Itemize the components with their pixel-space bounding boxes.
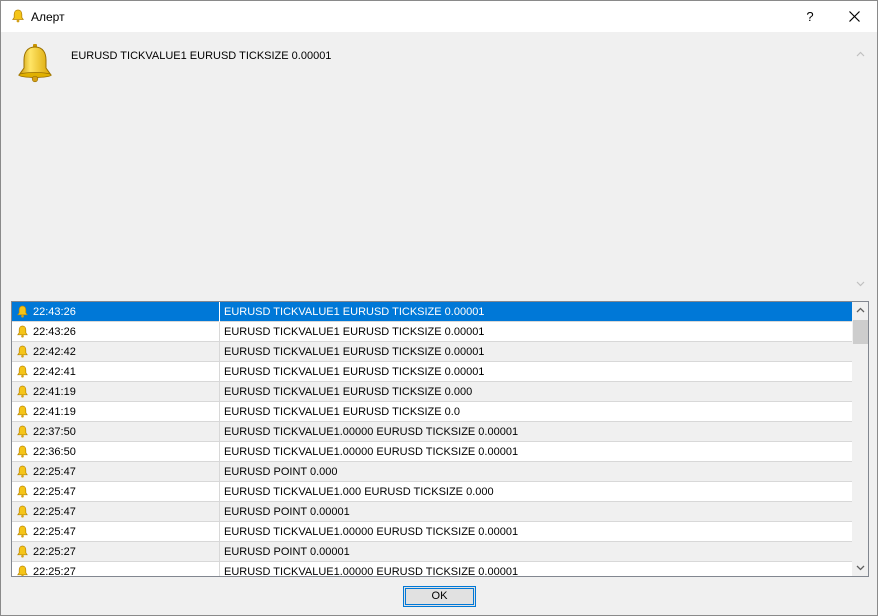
column-separator: [219, 462, 220, 482]
row-time: 22:36:50: [33, 446, 76, 458]
row-time: 22:42:42: [33, 346, 76, 358]
table-row[interactable]: 22:25:27 EURUSD TICKVALUE1.00000 EURUSD T…: [12, 562, 852, 577]
bell-icon: [17, 485, 28, 498]
row-time: 22:25:47: [33, 506, 76, 518]
bell-icon: [17, 545, 28, 558]
table-row[interactable]: 22:43:26 EURUSD TICKVALUE1 EURUSD TICKSIZ…: [12, 322, 852, 342]
bell-icon: [17, 305, 28, 318]
table-row[interactable]: 22:42:42 EURUSD TICKVALUE1 EURUSD TICKSIZ…: [12, 342, 852, 362]
table-row[interactable]: 22:41:19 EURUSD TICKVALUE1 EURUSD TICKSIZ…: [12, 382, 852, 402]
bell-icon: [17, 465, 28, 478]
row-message: EURUSD TICKVALUE1.00000 EURUSD TICKSIZE …: [224, 526, 519, 538]
row-time: 22:43:26: [33, 326, 76, 338]
row-message: EURUSD TICKVALUE1 EURUSD TICKSIZE 0.0000…: [224, 306, 485, 318]
row-time: 22:41:19: [33, 406, 76, 418]
alert-window: Алерт ? EURUSD TICKVALUE1 EURUSD TICKSIZ…: [0, 0, 878, 616]
row-message: EURUSD POINT 0.000: [224, 466, 338, 478]
help-button[interactable]: ?: [791, 1, 829, 32]
column-separator: [219, 342, 220, 362]
column-separator: [219, 522, 220, 542]
row-message: EURUSD POINT 0.00001: [224, 546, 350, 558]
table-row[interactable]: 22:25:27 EURUSD POINT 0.00001: [12, 542, 852, 562]
bell-icon: [17, 405, 28, 418]
row-message: EURUSD TICKVALUE1.00000 EURUSD TICKSIZE …: [224, 426, 519, 438]
table-row[interactable]: 22:36:50 EURUSD TICKVALUE1.00000 EURUSD T…: [12, 442, 852, 462]
column-separator: [219, 322, 220, 342]
row-time: 22:25:27: [33, 546, 76, 558]
scroll-thumb[interactable]: [853, 320, 868, 344]
column-separator: [219, 382, 220, 402]
row-time: 22:37:50: [33, 426, 76, 438]
bell-icon: [17, 425, 28, 438]
row-message: EURUSD TICKVALUE1 EURUSD TICKSIZE 0.0000…: [224, 366, 485, 378]
row-time: 22:42:41: [33, 366, 76, 378]
column-separator: [219, 362, 220, 382]
bell-icon: [12, 9, 24, 23]
row-time: 22:25:47: [33, 466, 76, 478]
table-row[interactable]: 22:25:47 EURUSD TICKVALUE1.00000 EURUSD T…: [12, 522, 852, 542]
row-message: EURUSD POINT 0.00001: [224, 506, 350, 518]
ok-button[interactable]: OK: [403, 586, 476, 607]
bell-icon: [17, 385, 28, 398]
row-message: EURUSD TICKVALUE1 EURUSD TICKSIZE 0.0: [224, 406, 460, 418]
bell-icon: [17, 525, 28, 538]
row-message: EURUSD TICKVALUE1.00000 EURUSD TICKSIZE …: [224, 566, 519, 577]
row-time: 22:41:19: [33, 386, 76, 398]
window-title: Алерт: [31, 10, 65, 24]
row-message: EURUSD TICKVALUE1.000 EURUSD TICKSIZE 0.…: [224, 486, 494, 498]
history-scrollbar[interactable]: [852, 302, 869, 576]
column-separator: [219, 402, 220, 422]
column-separator: [219, 422, 220, 442]
table-row[interactable]: 22:42:41 EURUSD TICKVALUE1 EURUSD TICKSIZ…: [12, 362, 852, 382]
table-row[interactable]: 22:43:26 EURUSD TICKVALUE1 EURUSD TICKSIZ…: [12, 302, 852, 322]
history-rows: 22:43:26 EURUSD TICKVALUE1 EURUSD TICKSIZ…: [12, 302, 852, 577]
row-time: 22:43:26: [33, 306, 76, 318]
column-separator: [219, 542, 220, 562]
close-button[interactable]: [833, 1, 877, 32]
close-icon: [849, 11, 860, 22]
column-separator: [219, 302, 220, 322]
row-message: EURUSD TICKVALUE1 EURUSD TICKSIZE 0.0000…: [224, 326, 485, 338]
scroll-up-icon[interactable]: [853, 47, 868, 62]
bell-icon: [17, 325, 28, 338]
scroll-down-icon[interactable]: [853, 276, 868, 291]
column-separator: [219, 482, 220, 502]
scroll-down-icon[interactable]: [852, 559, 869, 576]
title-bar[interactable]: Алерт ?: [1, 1, 877, 32]
row-message: EURUSD TICKVALUE1 EURUSD TICKSIZE 0.000: [224, 386, 473, 398]
bell-icon: [17, 505, 28, 518]
row-time: 22:25:27: [33, 566, 76, 577]
row-message: EURUSD TICKVALUE1 EURUSD TICKSIZE 0.0000…: [224, 346, 485, 358]
column-separator: [219, 562, 220, 576]
row-time: 22:25:47: [33, 526, 76, 538]
bell-icon: [17, 445, 28, 458]
alert-history-list[interactable]: 22:43:26 EURUSD TICKVALUE1 EURUSD TICKSIZ…: [11, 301, 869, 577]
table-row[interactable]: 22:25:47 EURUSD TICKVALUE1.000 EURUSD TIC…: [12, 482, 852, 502]
table-row[interactable]: 22:41:19 EURUSD TICKVALUE1 EURUSD TICKSIZ…: [12, 402, 852, 422]
scroll-up-icon[interactable]: [852, 302, 869, 319]
row-time: 22:25:47: [33, 486, 76, 498]
row-message: EURUSD TICKVALUE1.00000 EURUSD TICKSIZE …: [224, 446, 519, 458]
alert-message: EURUSD TICKVALUE1 EURUSD TICKSIZE 0.0000…: [71, 50, 332, 62]
column-separator: [219, 502, 220, 522]
table-row[interactable]: 22:25:47 EURUSD POINT 0.00001: [12, 502, 852, 522]
message-scrollbar[interactable]: [853, 47, 868, 291]
bell-icon: [17, 565, 28, 576]
column-separator: [219, 442, 220, 462]
table-row[interactable]: 22:25:47 EURUSD POINT 0.000: [12, 462, 852, 482]
table-row[interactable]: 22:37:50 EURUSD TICKVALUE1.00000 EURUSD T…: [12, 422, 852, 442]
bell-icon: [17, 365, 28, 378]
bell-icon: [18, 44, 52, 83]
bell-icon: [17, 345, 28, 358]
